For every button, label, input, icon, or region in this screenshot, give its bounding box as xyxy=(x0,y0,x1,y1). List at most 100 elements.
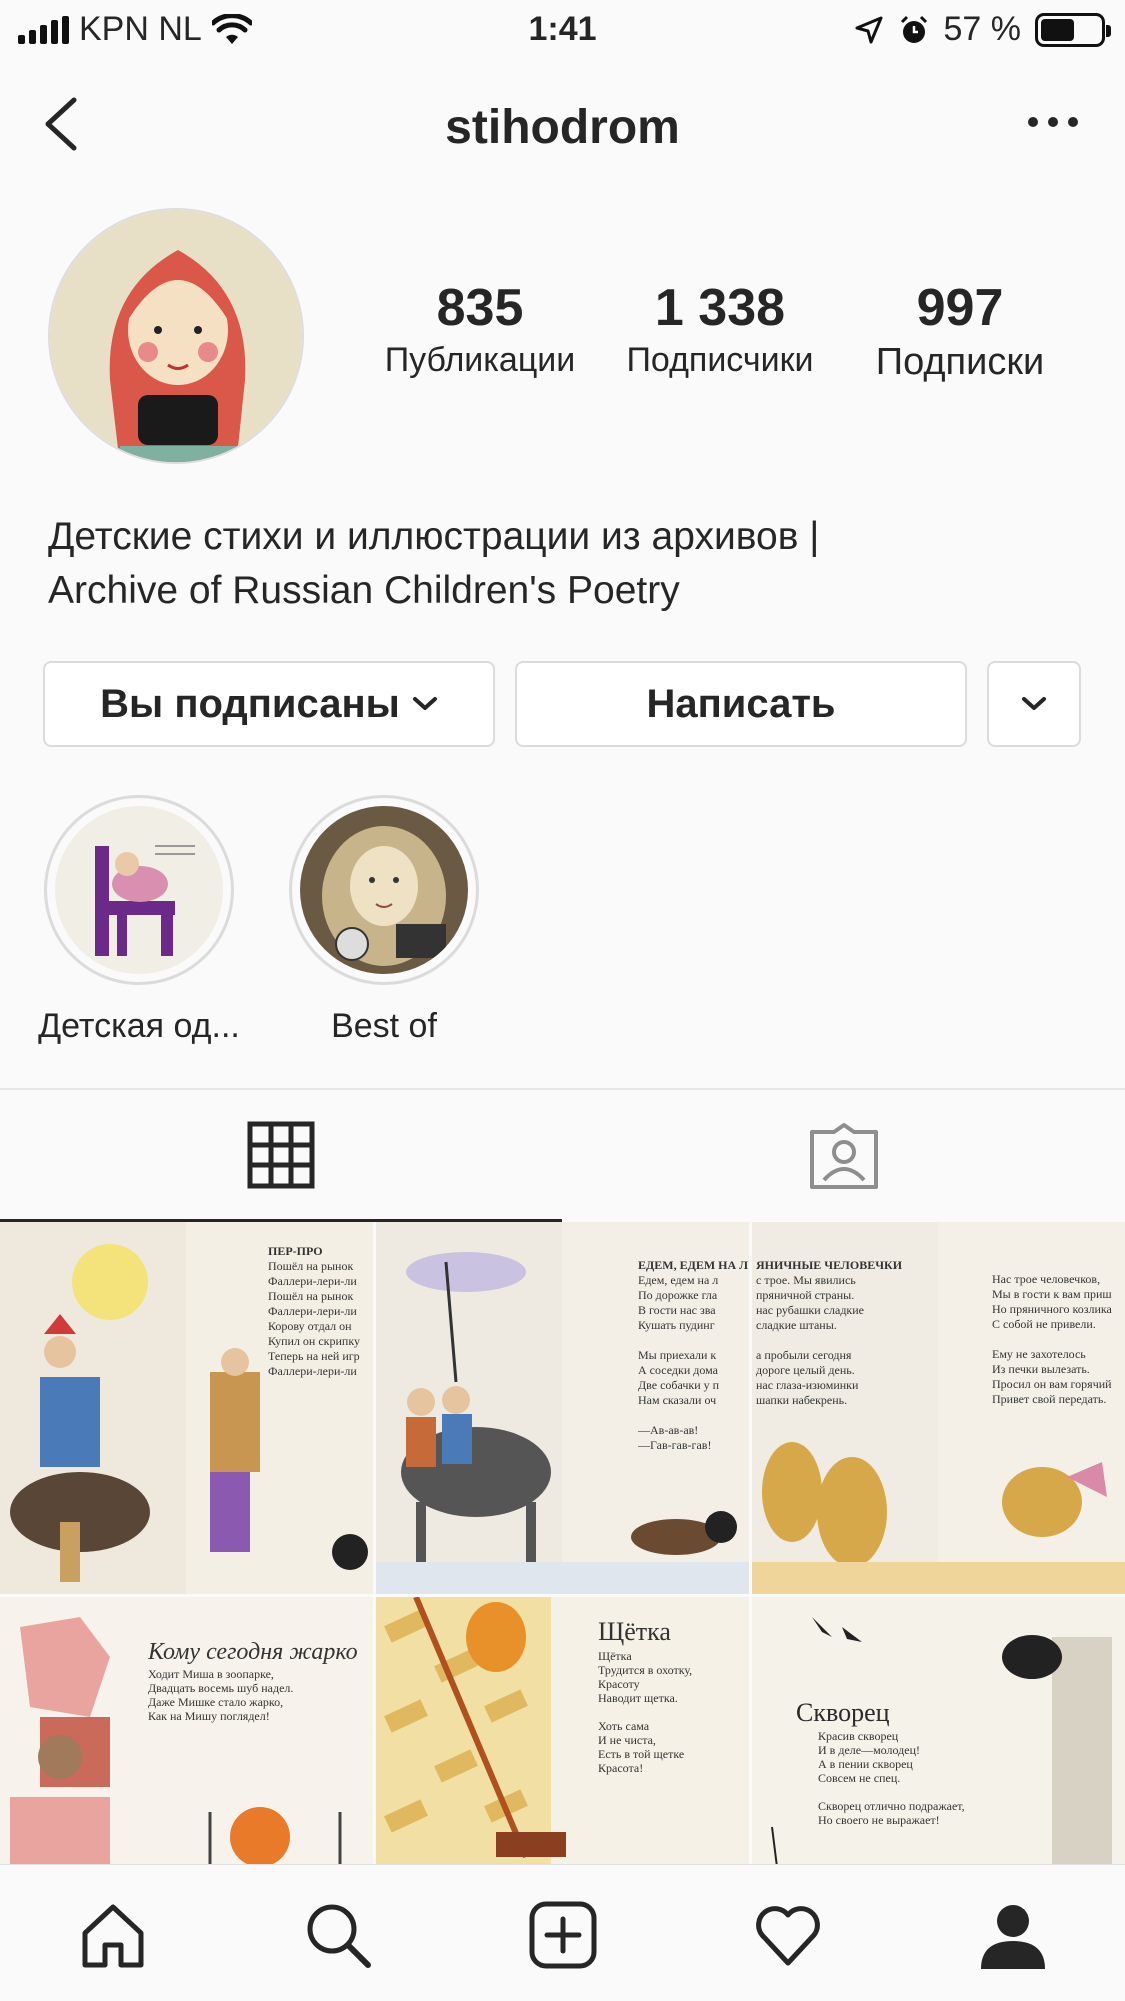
post-line xyxy=(818,1785,1036,1799)
post-line: Привет свой передать. xyxy=(992,1392,1107,1406)
post-thumbnail[interactable]: ЯНИЧНЫЕ ЧЕЛОВЕЧКИ с трое. Мы явились пря… xyxy=(752,1222,1125,1594)
post-line xyxy=(638,1333,749,1348)
post-line: —Гав-гав-гав! xyxy=(638,1438,712,1452)
post-line: пряничной страны. xyxy=(756,1288,855,1302)
status-right: 57 % xyxy=(854,10,1111,49)
highlight-ring xyxy=(289,795,479,985)
search-tab[interactable] xyxy=(298,1895,378,1975)
chair-illustration xyxy=(55,806,223,974)
post-line: Фаллери-лери-ли xyxy=(268,1274,357,1288)
post-line xyxy=(992,1332,1125,1347)
profile-avatar[interactable] xyxy=(48,208,304,464)
profile-stats: 835 Публикации 1 338 Подписчики 997 Подп… xyxy=(360,279,1080,384)
post-line: Но своего не выражает! xyxy=(818,1813,940,1827)
tagged-icon xyxy=(810,1123,878,1189)
post-line: Корову отдал он xyxy=(268,1319,352,1333)
highlight-cover xyxy=(55,806,223,974)
post-title: Кому сегодня жарко xyxy=(148,1639,358,1665)
posts-grid: ПЕР-ПРО Пошёл на рынок Фаллери-лери-ли П… xyxy=(0,1222,1125,1864)
more-options-icon[interactable] xyxy=(1021,102,1085,142)
post-line: А соседки дома xyxy=(638,1363,719,1377)
stat-followers[interactable]: 1 338 Подписчики xyxy=(600,279,840,384)
post-text: Кому сегодня жарко Ходит Миша в зоопарке… xyxy=(148,1637,373,1723)
search-icon xyxy=(307,1904,371,1968)
grid-icon xyxy=(247,1121,315,1188)
profile-actions: Вы подписаны Написать xyxy=(43,661,1081,747)
post-thumbnail[interactable]: Кому сегодня жарко Ходит Миша в зоопарке… xyxy=(0,1597,373,1864)
post-line: с трое. Мы явились xyxy=(756,1273,856,1287)
post-line: сладкие штаны. xyxy=(756,1318,837,1332)
stat-label: Публикации xyxy=(384,341,576,380)
post-title: ЕДЕМ, ЕДЕМ НА Л xyxy=(638,1258,749,1272)
stat-value: 1 338 xyxy=(654,279,786,337)
add-post-icon xyxy=(529,1901,596,1969)
stat-label: Подписки xyxy=(875,341,1045,384)
message-label: Написать xyxy=(646,681,836,726)
profile-username: stihodrom xyxy=(445,101,680,154)
highlight-ring xyxy=(44,795,234,985)
profile-bio: Детские стихи и иллюстрации из архивов |… xyxy=(48,510,1078,618)
post-line: дороге целый день. xyxy=(756,1363,855,1377)
following-button[interactable]: Вы подписаны xyxy=(43,661,495,747)
post-line: Трудится в охотку, xyxy=(598,1663,693,1677)
bottom-tab-bar xyxy=(0,1864,1125,2001)
stat-label: Подписчики xyxy=(626,341,814,380)
create-tab[interactable] xyxy=(523,1895,603,1975)
post-line: Фаллери-лери-ли xyxy=(268,1304,357,1318)
tab-tagged[interactable] xyxy=(563,1090,1125,1222)
stat-value: 997 xyxy=(916,279,1004,337)
chevron-down-icon xyxy=(412,697,437,710)
post-text: ЯНИЧНЫЕ ЧЕЛОВЕЧКИ с трое. Мы явились пря… xyxy=(756,1258,936,1408)
highlight-cover xyxy=(300,806,468,974)
stat-value: 835 xyxy=(436,279,524,337)
post-line: Как на Мишу поглядел! xyxy=(148,1709,270,1723)
post-line: Нас трое человечков, xyxy=(992,1272,1101,1286)
highlight-item[interactable]: Детская од... xyxy=(14,795,264,1046)
stat-following[interactable]: 997 Подписки xyxy=(840,279,1080,384)
post-line xyxy=(598,1705,749,1719)
post-line: Из печки вылезать. xyxy=(992,1362,1090,1376)
profile-icon xyxy=(980,1905,1045,1969)
post-title: Щётка xyxy=(598,1617,671,1646)
post-thumbnail[interactable]: ПЕР-ПРО Пошёл на рынок Фаллери-лери-ли П… xyxy=(0,1222,373,1594)
post-line xyxy=(638,1408,749,1423)
post-text: ПЕР-ПРО Пошёл на рынок Фаллери-лери-ли П… xyxy=(268,1244,373,1379)
post-line: И в деле—молодец! xyxy=(818,1743,921,1757)
message-button[interactable]: Написать xyxy=(515,661,967,747)
post-line: Красота! xyxy=(598,1761,644,1775)
post-text: ЕДЕМ, ЕДЕМ НА Л Едем, едем на л По дорож… xyxy=(638,1258,749,1453)
post-line: Есть в той щетке xyxy=(598,1747,685,1761)
post-line: В гости нас зва xyxy=(638,1303,716,1317)
profile-tabs xyxy=(0,1090,1125,1222)
location-arrow-icon xyxy=(855,16,882,43)
post-thumbnail[interactable]: ЕДЕМ, ЕДЕМ НА Л Едем, едем на л По дорож… xyxy=(376,1222,749,1594)
post-line: —Ав-ав-ав! xyxy=(638,1423,699,1437)
profile-tab[interactable] xyxy=(973,1895,1053,1975)
bio-line: Archive of Russian Children's Poetry xyxy=(48,569,680,612)
highlight-item[interactable]: Best of xyxy=(259,795,509,1046)
home-tab[interactable] xyxy=(73,1895,153,1975)
post-line: Пошёл на рынок xyxy=(268,1289,354,1303)
post-thumbnail[interactable]: Щётка Щётка Трудится в охотку, Красоту Н… xyxy=(376,1597,749,1864)
post-line: Ему не захотелось xyxy=(992,1347,1086,1361)
post-line: Ходит Миша в зоопарке, xyxy=(148,1667,274,1681)
post-line: По дорожке гла xyxy=(638,1288,718,1302)
post-line xyxy=(756,1333,936,1348)
following-label: Вы подписаны xyxy=(100,681,400,726)
post-line: Даже Мишке стало жарко, xyxy=(148,1695,284,1709)
post-title: ЯНИЧНЫЕ ЧЕЛОВЕЧКИ xyxy=(756,1258,903,1272)
post-line: Купил он скрипку xyxy=(268,1334,361,1348)
suggested-accounts-button[interactable] xyxy=(987,661,1081,747)
post-line: Нам сказали оч xyxy=(638,1393,717,1407)
tab-grid[interactable] xyxy=(0,1090,562,1222)
highlight-label: Детская од... xyxy=(38,1007,240,1045)
post-line: Просил он вам горячий xyxy=(992,1377,1112,1391)
highlight-label: Best of xyxy=(331,1007,437,1045)
post-line: Щётка xyxy=(598,1649,632,1663)
post-line: а пробыли сегодня xyxy=(756,1348,852,1362)
post-line: Кушать пудинг xyxy=(638,1318,715,1332)
post-line: Красив скворец xyxy=(818,1729,899,1743)
stat-posts[interactable]: 835 Публикации xyxy=(360,279,600,384)
post-thumbnail[interactable]: Скворец Красив скворец И в деле—молодец!… xyxy=(752,1597,1125,1864)
activity-tab[interactable] xyxy=(748,1895,828,1975)
